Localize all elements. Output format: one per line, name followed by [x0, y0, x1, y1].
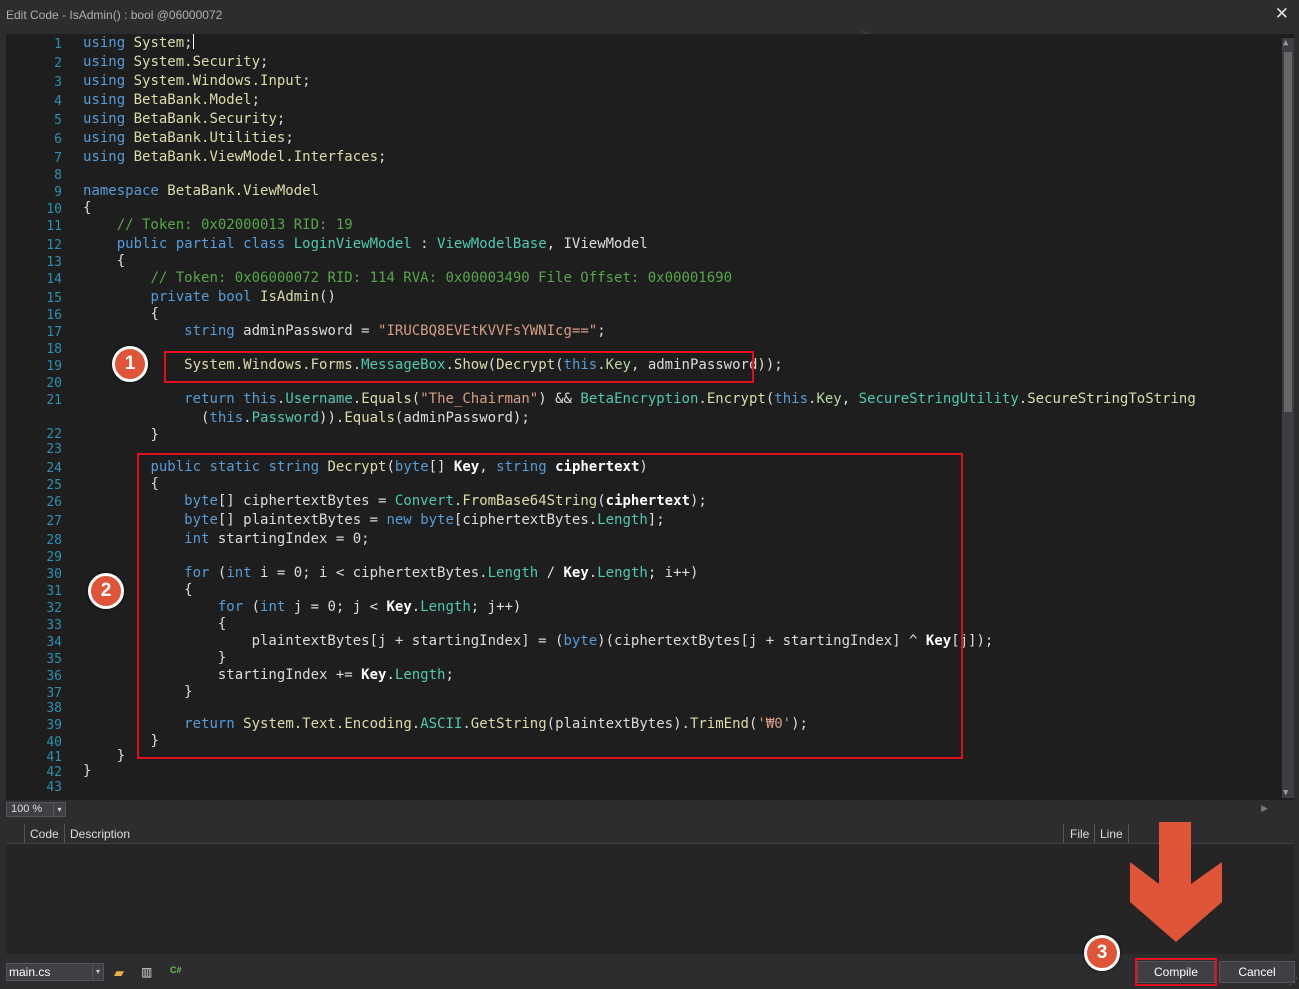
annotation-marker-1: 1	[112, 346, 148, 382]
line-number: 34	[46, 635, 62, 650]
line-number: 43	[46, 780, 62, 795]
close-icon[interactable]: ✕	[1275, 4, 1289, 24]
code-line: using BetaBank.Security;	[83, 111, 286, 127]
open-folder-icon[interactable]: ▰	[114, 965, 124, 981]
line-number: 14	[46, 272, 62, 287]
chevron-down-icon[interactable]: ▾	[53, 803, 65, 816]
code-line: string adminPassword = "IRUCBQ8EVEtKVVFs…	[184, 323, 606, 339]
scroll-up-icon[interactable]: ▲	[1283, 38, 1288, 48]
code-line: // Token: 0x06000072 RID: 114 RVA: 0x000…	[150, 270, 733, 286]
code-line: using System.Security;	[83, 54, 269, 70]
code-line: // Token: 0x02000013 RID: 19	[116, 217, 353, 233]
line-number: 10	[46, 202, 62, 217]
code-line: using BetaBank.Utilities;	[83, 130, 294, 146]
line-number: 19	[46, 359, 62, 374]
highlight-box-compile	[1135, 958, 1217, 986]
column-header-line[interactable]: Line	[1100, 827, 1123, 841]
line-number-gutter: 1 2 3 4 5 6 7 8 9 10 11 12 13 14 15 16 17 18 19 20 21 22 23 24 2…	[6, 34, 76, 800]
line-number: 33	[46, 618, 62, 633]
line-number: 2	[54, 56, 62, 71]
code-line: }	[150, 427, 159, 443]
editor-status-bar: 100 % ▾ ▶	[6, 802, 1294, 818]
line-number: 1	[54, 37, 62, 52]
highlight-box-messagebox	[164, 351, 754, 383]
line-number: 15	[46, 291, 62, 306]
annotation-marker-3: 3	[1084, 935, 1120, 971]
code-line: using BetaBank.ViewModel.Interfaces;	[83, 149, 387, 165]
line-number: 11	[46, 219, 62, 234]
column-header-code[interactable]: Code	[30, 827, 59, 841]
line-number: 13	[46, 255, 62, 270]
resize-grip-icon[interactable]: ⋰	[1289, 976, 1298, 987]
error-list-header: Code Description File Line	[6, 824, 1294, 844]
line-number: 21	[46, 393, 62, 408]
column-header-file[interactable]: File	[1070, 827, 1089, 841]
line-number: 25	[46, 478, 62, 493]
vertical-scrollbar[interactable]: ▲ ▼	[1282, 38, 1294, 798]
line-number: 35	[46, 652, 62, 667]
down-arrow-icon	[1130, 822, 1222, 942]
code-line: using BetaBank.Model;	[83, 92, 261, 108]
line-number: 6	[54, 132, 62, 147]
line-number: 23	[46, 442, 62, 457]
line-number: 31	[46, 584, 62, 599]
assembly-references-icon[interactable]: ▥	[141, 965, 152, 979]
line-number: 4	[54, 94, 62, 109]
line-number: 20	[46, 376, 62, 391]
file-select[interactable]: main.cs ▾	[6, 963, 104, 981]
line-number: 18	[46, 342, 62, 357]
line-number: 9	[54, 185, 62, 200]
line-number: 36	[46, 669, 62, 684]
line-number: 32	[46, 601, 62, 616]
csharp-icon[interactable]: C#	[170, 965, 182, 975]
scroll-down-icon[interactable]: ▼	[1283, 788, 1288, 798]
line-number: 5	[54, 113, 62, 128]
line-number: 26	[46, 495, 62, 510]
line-number: 12	[46, 238, 62, 253]
scroll-right-icon[interactable]: ▶	[1261, 803, 1268, 814]
zoom-select[interactable]: 100 % ▾	[6, 802, 66, 817]
line-number: 7	[54, 151, 62, 166]
annotation-marker-2: 2	[88, 573, 124, 609]
line-number: 30	[46, 567, 62, 582]
zoom-value: 100 %	[11, 803, 43, 815]
line-number: 17	[46, 325, 62, 340]
column-header-description[interactable]: Description	[70, 827, 130, 841]
window-title: Edit Code - IsAdmin() : bool @06000072	[6, 8, 223, 22]
code-line: namespace BetaBank.ViewModel	[83, 183, 320, 199]
line-number: 39	[46, 718, 62, 733]
cancel-button[interactable]: Cancel	[1219, 961, 1295, 983]
code-line: using System;	[83, 34, 194, 51]
line-number: 38	[46, 701, 62, 716]
line-number: 27	[46, 514, 62, 529]
line-number: 3	[54, 75, 62, 90]
chevron-down-icon[interactable]: ▾	[92, 964, 103, 980]
line-number: 8	[54, 168, 62, 183]
code-line: public partial class LoginViewModel : Vi…	[116, 236, 648, 252]
code-line: using System.Windows.Input;	[83, 73, 311, 89]
window-titlebar: Edit Code - IsAdmin() : bool @06000072 ✕	[0, 0, 1299, 30]
code-line: return this.Username.Equals("The_Chairma…	[184, 391, 1196, 407]
code-line: }	[83, 763, 92, 779]
text-caret	[192, 34, 194, 49]
highlight-box-decrypt	[137, 453, 963, 759]
line-number: 24	[46, 461, 62, 476]
line-number: 29	[46, 550, 62, 565]
line-number: 28	[46, 533, 62, 548]
line-number: 16	[46, 308, 62, 323]
scrollbar-thumb[interactable]	[1284, 52, 1292, 412]
